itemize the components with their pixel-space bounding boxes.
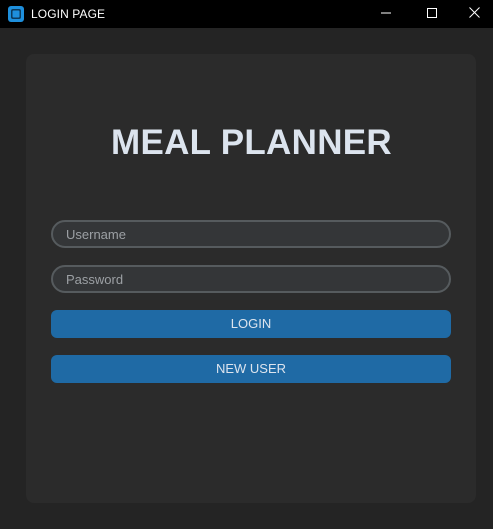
password-input[interactable] [51,265,451,293]
login-button[interactable]: LOGIN [51,310,451,338]
close-icon [468,5,480,23]
minimize-icon [381,5,391,23]
minimize-button[interactable] [363,0,409,28]
new-user-button[interactable]: NEW USER [51,355,451,383]
close-button[interactable] [455,0,493,28]
page-title: MEAL PLANNER [110,123,393,162]
window-title: LOGIN PAGE [31,7,106,21]
username-input[interactable] [51,220,451,248]
maximize-icon [427,5,437,23]
app-icon [8,6,24,22]
maximize-button[interactable] [409,0,455,28]
title-bar[interactable]: LOGIN PAGE [0,0,493,28]
login-window: LOGIN PAGE MEAL PLANNER Username LOGIN N… [0,0,493,529]
